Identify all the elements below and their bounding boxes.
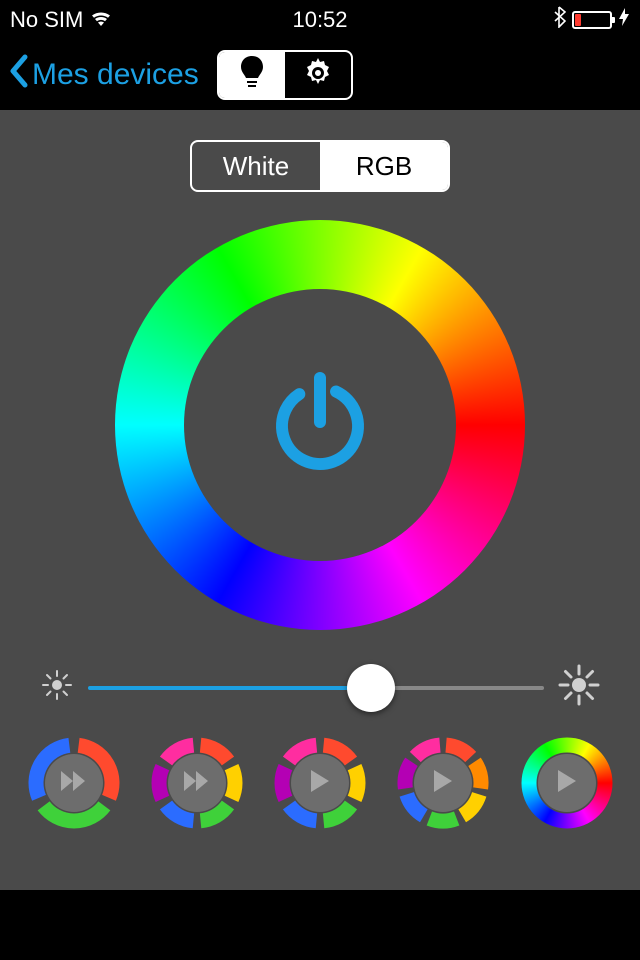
effect-preset-3[interactable]: [274, 737, 366, 829]
view-segmented-control: [217, 50, 353, 100]
preset-inner: [291, 754, 349, 812]
preset-inner: [45, 754, 103, 812]
preset-inner: [168, 754, 226, 812]
back-label: Mes devices: [32, 58, 199, 92]
brightness-slider-row: [40, 664, 600, 711]
slider-thumb[interactable]: [347, 664, 395, 712]
brightness-slider[interactable]: [88, 686, 544, 690]
main-content: White RGB: [0, 110, 640, 890]
color-wheel-ring[interactable]: [115, 220, 525, 630]
mode-segmented-control: White RGB: [190, 140, 450, 192]
color-wheel[interactable]: [115, 220, 525, 630]
effect-preset-2[interactable]: [151, 737, 243, 829]
fast-forward-icon: [182, 769, 212, 798]
status-right: [423, 6, 630, 34]
bottom-bar: [0, 890, 640, 960]
bluetooth-icon: [552, 6, 566, 34]
power-button[interactable]: [184, 289, 456, 561]
brightness-high-icon: [558, 664, 600, 711]
chevron-left-icon: [8, 53, 30, 97]
status-bar: No SIM 10:52: [0, 0, 640, 40]
effect-preset-4[interactable]: [397, 737, 489, 829]
nav-bar: Mes devices: [0, 40, 640, 110]
carrier-label: No SIM: [10, 7, 83, 33]
preset-inner: [414, 754, 472, 812]
preset-inner: [538, 754, 596, 812]
gear-icon: [300, 55, 336, 96]
power-icon: [265, 368, 375, 483]
play-icon: [308, 768, 332, 799]
clock: 10:52: [217, 7, 424, 33]
effect-presets-row: [28, 737, 613, 829]
charging-icon: [618, 7, 630, 33]
fast-forward-icon: [59, 769, 89, 798]
wifi-icon: [89, 7, 113, 33]
bulb-icon: [237, 54, 267, 97]
mode-rgb-button[interactable]: RGB: [320, 142, 448, 190]
back-button[interactable]: Mes devices: [8, 53, 199, 97]
play-icon: [555, 768, 579, 799]
effect-preset-1[interactable]: [28, 737, 120, 829]
view-settings-tab[interactable]: [285, 52, 351, 98]
view-light-tab[interactable]: [219, 52, 285, 98]
play-icon: [431, 768, 455, 799]
brightness-low-icon: [40, 668, 74, 707]
battery-icon: [572, 11, 612, 29]
effect-preset-5[interactable]: [521, 737, 613, 829]
status-left: No SIM: [10, 7, 217, 33]
mode-white-button[interactable]: White: [192, 142, 320, 190]
